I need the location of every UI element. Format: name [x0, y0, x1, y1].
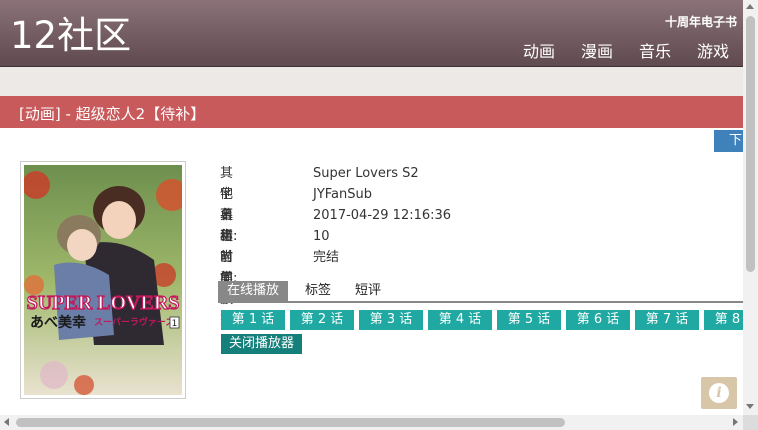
info-value: Super Lovers S2 [313, 166, 419, 181]
close-player-button[interactable]: 关闭播放器 [221, 334, 303, 354]
nav-item-games[interactable]: 游戏 [697, 38, 729, 62]
cover-katakana-text: スーパーラヴァーズ [94, 316, 174, 328]
anniversary-ebook-link[interactable]: 十周年电子书 [665, 13, 737, 30]
scroll-up-arrow-icon[interactable] [746, 4, 754, 9]
tab-tags[interactable]: 标签 [296, 281, 340, 301]
sub-navigation-bar [0, 67, 743, 96]
page-title-bar: [动画] - 超级恋人2【待补】 [0, 96, 743, 128]
episode-button[interactable]: 第 6 话 [566, 310, 630, 330]
horizontal-scroll-thumb[interactable] [16, 418, 565, 427]
scroll-down-arrow-icon[interactable] [746, 404, 754, 409]
cover-volume-number: 1 [172, 319, 178, 329]
episode-list: 第 1 话 第 2 话 第 3 话 第 4 话 第 5 话 第 6 话 第 7 … [221, 310, 743, 332]
episode-button[interactable]: 第 2 话 [290, 310, 354, 330]
nav-item-manga[interactable]: 漫画 [581, 38, 613, 62]
tab-online-play[interactable]: 在线播放 [218, 281, 289, 301]
scroll-left-arrow-icon[interactable] [4, 418, 9, 426]
tab-short-reviews[interactable]: 短评 [346, 281, 390, 301]
cover-art: SUPER LOVERS あべ美幸 スーパーラヴァーズ 1 [24, 165, 182, 395]
download-button[interactable]: 下 [714, 130, 743, 152]
vertical-scroll-thumb[interactable] [746, 16, 755, 272]
cover-author-text: あべ美幸 [30, 314, 86, 331]
episode-button[interactable]: 第 1 话 [221, 310, 285, 330]
vertical-scrollbar[interactable] [743, 0, 758, 415]
site-logo[interactable]: 12社区 [10, 14, 131, 58]
episode-button[interactable]: 第 4 话 [428, 310, 492, 330]
info-value: 2017-04-29 12:16:36 [313, 208, 452, 223]
info-fab-button[interactable]: i [701, 377, 737, 409]
info-value: 完结 [313, 250, 340, 265]
horizontal-scrollbar[interactable] [0, 415, 743, 430]
episode-button[interactable]: 第 8 话 [704, 310, 743, 330]
info-value: 10 [313, 229, 330, 244]
cover-logo-text: SUPER LOVERS [27, 292, 180, 314]
nav-item-music[interactable]: 音乐 [639, 38, 671, 62]
page-title: [动画] - 超级恋人2【待补】 [19, 105, 206, 123]
scroll-right-arrow-icon[interactable] [733, 418, 738, 426]
episode-button[interactable]: 第 3 话 [359, 310, 423, 330]
info-value: JYFanSub [313, 187, 373, 202]
detail-tabs: 在线播放 标签 短评 [218, 281, 743, 303]
episode-button[interactable]: 第 5 话 [497, 310, 561, 330]
episode-button[interactable]: 第 7 话 [635, 310, 699, 330]
site-header: 12社区 十周年电子书 动画 漫画 音乐 游戏 [0, 0, 743, 67]
info-icon: i [709, 383, 729, 403]
main-nav: 动画 漫画 音乐 游戏 [497, 38, 729, 62]
nav-item-anime[interactable]: 动画 [523, 38, 555, 62]
cover-image: SUPER LOVERS あべ美幸 スーパーラヴァーズ 1 [20, 161, 186, 399]
scrollbar-corner [743, 415, 758, 430]
